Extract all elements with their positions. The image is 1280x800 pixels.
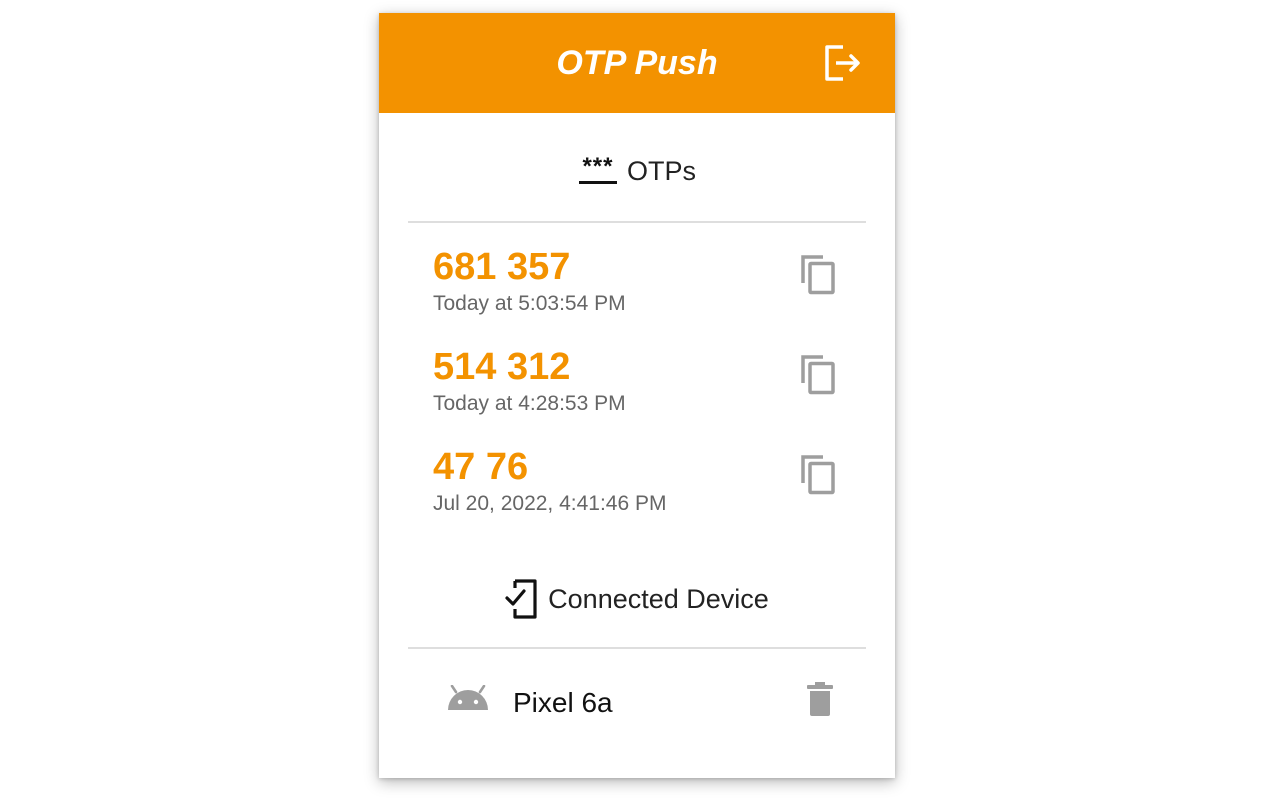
otps-section-header: *** OTPs bbox=[379, 153, 895, 196]
copy-icon bbox=[801, 455, 835, 495]
copy-button[interactable] bbox=[799, 253, 839, 297]
device-section-header: Connected Device bbox=[379, 579, 895, 623]
trash-icon bbox=[807, 682, 833, 716]
otp-item: 47 76 Jul 20, 2022, 4:41:46 PM bbox=[433, 445, 853, 525]
device-section-title: Connected Device bbox=[548, 583, 769, 614]
otp-timestamp: Jul 20, 2022, 4:41:46 PM bbox=[433, 492, 667, 515]
otp-code: 681 357 bbox=[433, 246, 571, 288]
phone-check-icon bbox=[505, 579, 537, 619]
otp-code: 514 312 bbox=[433, 346, 571, 388]
divider bbox=[408, 647, 866, 649]
password-icon: *** bbox=[578, 153, 618, 187]
otp-item: 681 357 Today at 5:03:54 PM bbox=[433, 245, 853, 325]
logout-button[interactable] bbox=[823, 44, 863, 82]
copy-icon bbox=[801, 255, 835, 295]
otp-item: 514 312 Today at 4:28:53 PM bbox=[433, 345, 853, 425]
device-item: Pixel 6a bbox=[443, 675, 843, 731]
copy-button[interactable] bbox=[799, 353, 839, 397]
logout-icon bbox=[825, 45, 860, 81]
divider bbox=[408, 221, 866, 223]
otp-code: 47 76 bbox=[433, 446, 529, 488]
device-name: Pixel 6a bbox=[513, 687, 613, 718]
otps-section-title: OTPs bbox=[626, 156, 696, 186]
android-icon bbox=[448, 685, 488, 710]
extension-popup: OTP Push *** OTPs 681 357 Today at 5:03:… bbox=[379, 13, 895, 778]
otp-timestamp: Today at 4:28:53 PM bbox=[433, 392, 626, 415]
copy-icon bbox=[801, 355, 835, 395]
otp-timestamp: Today at 5:03:54 PM bbox=[433, 292, 626, 315]
delete-device-button[interactable] bbox=[805, 681, 835, 717]
app-header: OTP Push bbox=[379, 13, 895, 113]
copy-button[interactable] bbox=[799, 453, 839, 497]
app-title: OTP Push bbox=[556, 44, 718, 82]
